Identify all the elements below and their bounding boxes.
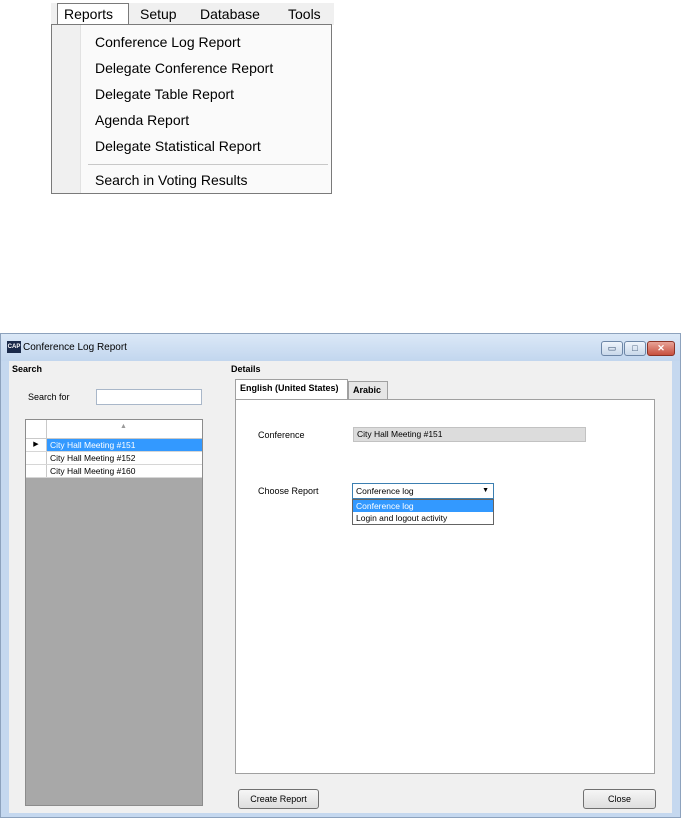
- tab-arabic[interactable]: Arabic: [348, 381, 388, 399]
- menu-item-agenda-report[interactable]: Agenda Report: [95, 108, 189, 132]
- table-row[interactable]: ▶ City Hall Meeting #151: [26, 439, 202, 452]
- title-bar[interactable]: CAP Conference Log Report ▭ □ ✕: [1, 334, 680, 361]
- menu-item-conference-log-report[interactable]: Conference Log Report: [95, 30, 241, 54]
- row-header: [26, 465, 47, 477]
- minimize-icon[interactable]: ▭: [601, 341, 623, 356]
- conference-grid[interactable]: ▲ ▶ City Hall Meeting #151 City Hall Mee…: [25, 419, 203, 806]
- details-tab-page: Conference City Hall Meeting #151 Choose…: [235, 399, 655, 774]
- menu-database[interactable]: Database: [200, 3, 260, 25]
- menu-reports[interactable]: Reports: [57, 3, 129, 25]
- table-row[interactable]: City Hall Meeting #160: [26, 465, 202, 478]
- menu-separator: [88, 164, 328, 165]
- create-report-button[interactable]: Create Report: [238, 789, 319, 809]
- search-for-label: Search for: [28, 392, 70, 402]
- conference-cell[interactable]: City Hall Meeting #151: [47, 439, 202, 451]
- window-client-area: Search Search for ▲ ▶ City Hall Meeting …: [9, 361, 672, 813]
- sort-ascending-icon[interactable]: ▲: [120, 423, 127, 430]
- menu-setup[interactable]: Setup: [140, 3, 177, 25]
- report-option[interactable]: Login and logout activity: [353, 512, 493, 524]
- menu-item-delegate-conference-report[interactable]: Delegate Conference Report: [95, 56, 273, 80]
- conference-log-report-window: CAP Conference Log Report ▭ □ ✕ Search S…: [0, 333, 681, 818]
- table-row[interactable]: City Hall Meeting #152: [26, 452, 202, 465]
- maximize-icon[interactable]: □: [624, 341, 646, 356]
- menu-item-search-voting-results[interactable]: Search in Voting Results: [95, 168, 248, 192]
- close-button[interactable]: Close: [583, 789, 656, 809]
- tab-english[interactable]: English (United States): [235, 379, 348, 399]
- conference-cell[interactable]: City Hall Meeting #152: [47, 452, 202, 464]
- search-group-label: Search: [12, 364, 43, 374]
- search-input[interactable]: [96, 389, 202, 405]
- conference-cell[interactable]: City Hall Meeting #160: [47, 465, 202, 477]
- window-title: Conference Log Report: [23, 342, 127, 353]
- menu-item-delegate-statistical-report[interactable]: Delegate Statistical Report: [95, 134, 261, 158]
- chevron-down-icon[interactable]: ▼: [482, 484, 489, 498]
- current-row-indicator-icon: ▶: [26, 439, 47, 451]
- conference-label: Conference: [258, 430, 305, 440]
- conference-value-field: City Hall Meeting #151: [353, 427, 586, 442]
- report-options-list: Conference log Login and logout activity: [352, 499, 494, 525]
- grid-corner: [26, 420, 47, 438]
- menu-bar: Reports Setup Database Tools: [51, 3, 334, 25]
- details-group-label: Details: [231, 364, 261, 374]
- choose-report-label: Choose Report: [258, 486, 319, 496]
- report-type-select[interactable]: Conference log ▼: [352, 483, 494, 499]
- report-select-value: Conference log: [356, 486, 414, 496]
- menu-icon-gutter: [52, 25, 81, 193]
- report-option[interactable]: Conference log: [353, 500, 493, 512]
- row-header: [26, 452, 47, 464]
- close-window-icon[interactable]: ✕: [647, 341, 675, 356]
- menu-tools[interactable]: Tools: [288, 3, 321, 25]
- reports-dropdown-menu: Conference Log Report Delegate Conferenc…: [51, 24, 332, 194]
- app-logo-icon: CAP: [7, 341, 21, 353]
- grid-header: ▲: [26, 420, 202, 439]
- menu-item-delegate-table-report[interactable]: Delegate Table Report: [95, 82, 234, 106]
